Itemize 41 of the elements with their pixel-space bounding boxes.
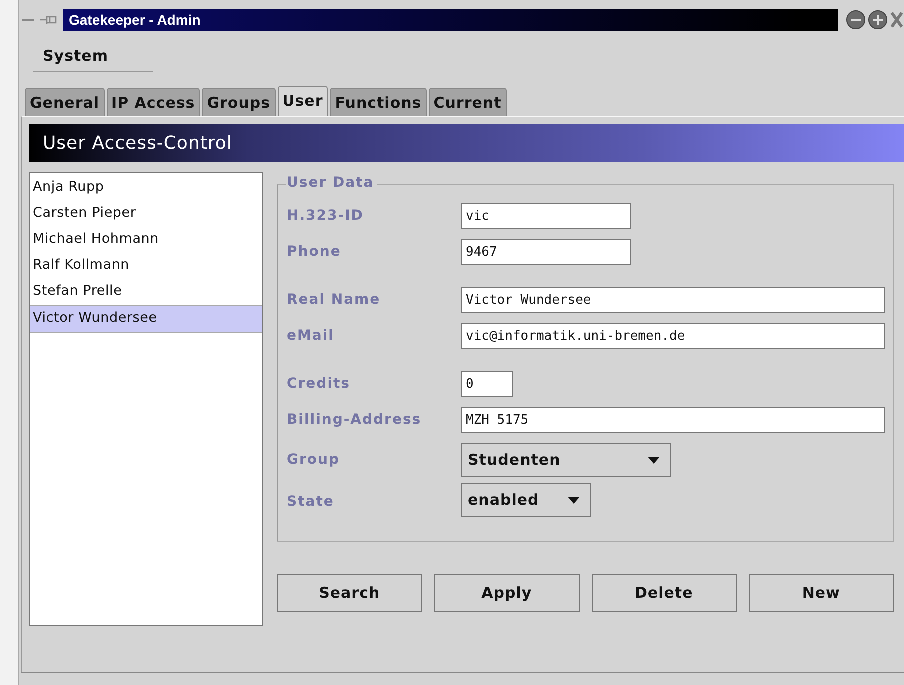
button[interactable]: Delete	[592, 574, 737, 612]
input-field[interactable]: 0	[461, 371, 513, 397]
input-field[interactable]: vic@informatik.uni-bremen.de	[461, 323, 885, 349]
dropdown[interactable]: Studenten	[461, 443, 671, 477]
tab[interactable]: Functions	[330, 88, 427, 116]
minimize-icon[interactable]	[846, 10, 866, 30]
button[interactable]: Apply	[434, 574, 580, 612]
list-item[interactable]: Michael Hohmann	[30, 227, 262, 253]
field-label: H.323-ID	[287, 208, 365, 224]
close-icon[interactable]	[890, 10, 904, 30]
tab[interactable]: IP Access	[106, 88, 200, 116]
field-label: Phone	[287, 244, 342, 260]
tab[interactable]: General	[25, 88, 104, 116]
dropdown[interactable]: enabled	[461, 483, 591, 517]
input-field[interactable]: 9467	[461, 239, 631, 265]
field-label: Group	[287, 452, 342, 468]
tab[interactable]: User	[278, 86, 328, 116]
field-label: Real Name	[287, 292, 382, 308]
caret-icon	[648, 456, 660, 464]
field-label: eMail	[287, 328, 336, 344]
field-label: Credits	[287, 376, 352, 392]
tab[interactable]: Groups	[202, 88, 276, 116]
list-item[interactable]: Victor Wundersee	[30, 305, 262, 333]
window-title: Gatekeeper - Admin	[69, 12, 201, 28]
section-title: User Access-Control	[43, 132, 232, 154]
field-label: Billing-Address	[287, 412, 423, 428]
list-item[interactable]: Stefan Prelle	[30, 279, 262, 305]
list-item[interactable]: Anja Rupp	[30, 175, 262, 201]
pin-icon[interactable]	[39, 14, 59, 26]
button[interactable]: Search	[277, 574, 422, 612]
maximize-icon[interactable]	[868, 10, 888, 30]
field-label: State	[287, 494, 336, 510]
list-item[interactable]: Ralf Kollmann	[30, 253, 262, 279]
list-item[interactable]: Carsten Pieper	[30, 201, 262, 227]
tab[interactable]: Current	[428, 88, 507, 116]
input-field[interactable]: vic	[461, 203, 631, 229]
button[interactable]: New	[748, 574, 894, 612]
caret-icon	[568, 496, 580, 504]
input-field[interactable]: MZH 5175	[461, 407, 885, 433]
input-field[interactable]: Victor Wundersee	[461, 287, 885, 313]
menu-item[interactable]: System	[43, 47, 108, 65]
